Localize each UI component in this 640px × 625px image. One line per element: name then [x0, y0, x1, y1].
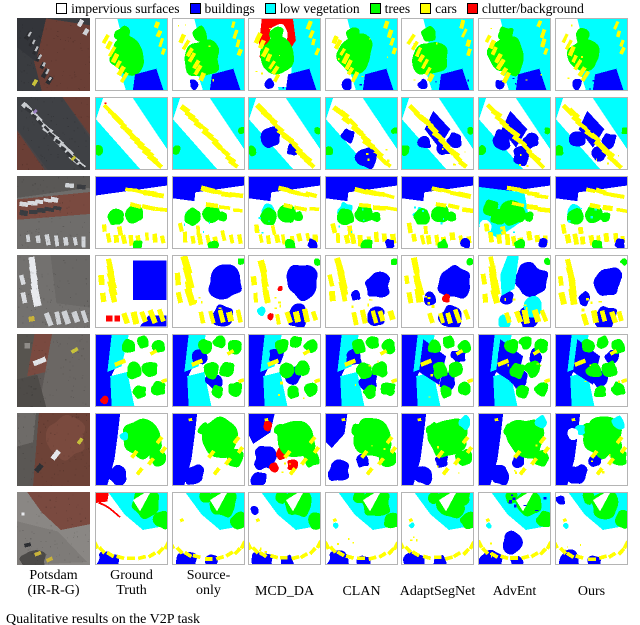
- legend-item-impervious-surfaces: impervious surfaces: [56, 0, 180, 16]
- segmentation-map-cell-r6-source_only: [172, 413, 245, 486]
- segmentation-map-cell-r4-advent: [478, 255, 551, 328]
- legend-label: buildings: [204, 0, 255, 16]
- legend-item-cars: cars: [420, 2, 457, 16]
- segmentation-map-cell-r7-clan: [325, 492, 398, 565]
- segmentation-map-cell-r1-ours: [555, 18, 628, 91]
- segmentation-map-cell-r7-adaptsegnet: [401, 492, 474, 565]
- segmentation-map-cell-r4-ours: [555, 255, 628, 328]
- aerial-image-cell-r2-potsdam: [17, 97, 90, 170]
- segmentation-map-cell-r6-clan: [325, 413, 398, 486]
- segmentation-map-cell-r5-source_only: [172, 334, 245, 407]
- segmentation-map-cell-r3-adaptsegnet: [401, 176, 474, 249]
- aerial-image-cell-r6-potsdam: [17, 413, 90, 486]
- segmentation-map-cell-r5-adaptsegnet: [401, 334, 474, 407]
- segmentation-map-cell-r7-advent: [478, 492, 551, 565]
- aerial-image-cell-r5-potsdam: [17, 334, 90, 407]
- segmentation-map-cell-r1-ground_truth: [95, 18, 168, 91]
- segmentation-map-cell-r5-ground_truth: [95, 334, 168, 407]
- segmentation-map-cell-r1-advent: [478, 18, 551, 91]
- segmentation-map-cell-r6-adaptsegnet: [401, 413, 474, 486]
- segmentation-map-cell-r6-ground_truth: [95, 413, 168, 486]
- segmentation-map-cell-r3-ground_truth: [95, 176, 168, 249]
- segmentation-map-cell-r5-clan: [325, 334, 398, 407]
- legend-label: impervious surfaces: [71, 0, 180, 16]
- class-legend: impervious surfaces buildings low vegeta…: [0, 0, 640, 17]
- figure-caption: Qualitative results on the V2P task: [6, 612, 201, 625]
- segmentation-map-cell-r1-clan: [325, 18, 398, 91]
- aerial-image-cell-r7-potsdam: [17, 492, 90, 565]
- legend-item-trees: trees: [369, 0, 411, 16]
- segmentation-map-cell-r6-ours: [555, 413, 628, 486]
- column-label-line1: Source-: [186, 568, 231, 583]
- column-labels: Potsdam (IR-R-G) Ground Truth Source-only MCD…: [0, 568, 640, 610]
- segmentation-map-cell-r2-ours: [555, 97, 628, 170]
- segmentation-map-cell-r7-source_only: [172, 492, 245, 565]
- column-label-line1: Ours: [577, 584, 606, 599]
- segmentation-map-cell-r1-adaptsegnet: [401, 18, 474, 91]
- figure-grid: [0, 18, 640, 566]
- segmentation-map-cell-r5-mcd_da: [248, 334, 321, 407]
- legend-label: cars: [435, 0, 457, 16]
- column-label-ours: Ours: [539, 584, 640, 599]
- segmentation-map-cell-r4-adaptsegnet: [401, 255, 474, 328]
- segmentation-map-cell-r2-adaptsegnet: [401, 97, 474, 170]
- segmentation-map-cell-r4-mcd_da: [248, 255, 321, 328]
- segmentation-map-cell-r7-mcd_da: [248, 492, 321, 565]
- segmentation-map-cell-r3-source_only: [172, 176, 245, 249]
- segmentation-map-cell-r7-ours: [555, 492, 628, 565]
- color-swatch-icon: [466, 3, 478, 14]
- segmentation-map-cell-r2-ground_truth: [95, 97, 168, 170]
- legend-item-clutter-background: clutter/background: [466, 0, 584, 16]
- color-swatch-icon: [264, 3, 276, 14]
- segmentation-map-cell-r3-clan: [325, 176, 398, 249]
- aerial-image-cell-r4-potsdam: [17, 255, 90, 328]
- segmentation-map-cell-r2-advent: [478, 97, 551, 170]
- segmentation-map-cell-r6-advent: [478, 413, 551, 486]
- segmentation-map-cell-r3-ours: [555, 176, 628, 249]
- segmentation-map-cell-r7-ground_truth: [95, 492, 168, 565]
- legend-item-low-vegetation: low vegetation: [264, 0, 360, 16]
- legend-label: clutter/background: [481, 0, 584, 16]
- color-swatch-icon: [369, 3, 381, 14]
- segmentation-map-cell-r5-advent: [478, 334, 551, 407]
- segmentation-map-cell-r3-mcd_da: [248, 176, 321, 249]
- color-swatch-icon: [420, 3, 432, 14]
- segmentation-map-cell-r1-mcd_da: [248, 18, 321, 91]
- aerial-image-cell-r3-potsdam: [17, 176, 90, 249]
- segmentation-map-cell-r4-ground_truth: [95, 255, 168, 328]
- color-swatch-icon: [189, 3, 201, 14]
- legend-item-buildings: buildings: [189, 0, 255, 16]
- segmentation-map-cell-r3-advent: [478, 176, 551, 249]
- segmentation-map-cell-r2-clan: [325, 97, 398, 170]
- segmentation-map-cell-r2-mcd_da: [248, 97, 321, 170]
- aerial-image-cell-r1-potsdam: [17, 18, 90, 91]
- segmentation-map-cell-r1-source_only: [172, 18, 245, 91]
- legend-label: low vegetation: [279, 0, 360, 16]
- segmentation-map-cell-r5-ours: [555, 334, 628, 407]
- segmentation-map-cell-r4-clan: [325, 255, 398, 328]
- segmentation-map-cell-r6-mcd_da: [248, 413, 321, 486]
- color-swatch-icon: [56, 3, 68, 14]
- segmentation-map-cell-r2-source_only: [172, 97, 245, 170]
- legend-label: trees: [384, 0, 411, 16]
- segmentation-map-cell-r4-source_only: [172, 255, 245, 328]
